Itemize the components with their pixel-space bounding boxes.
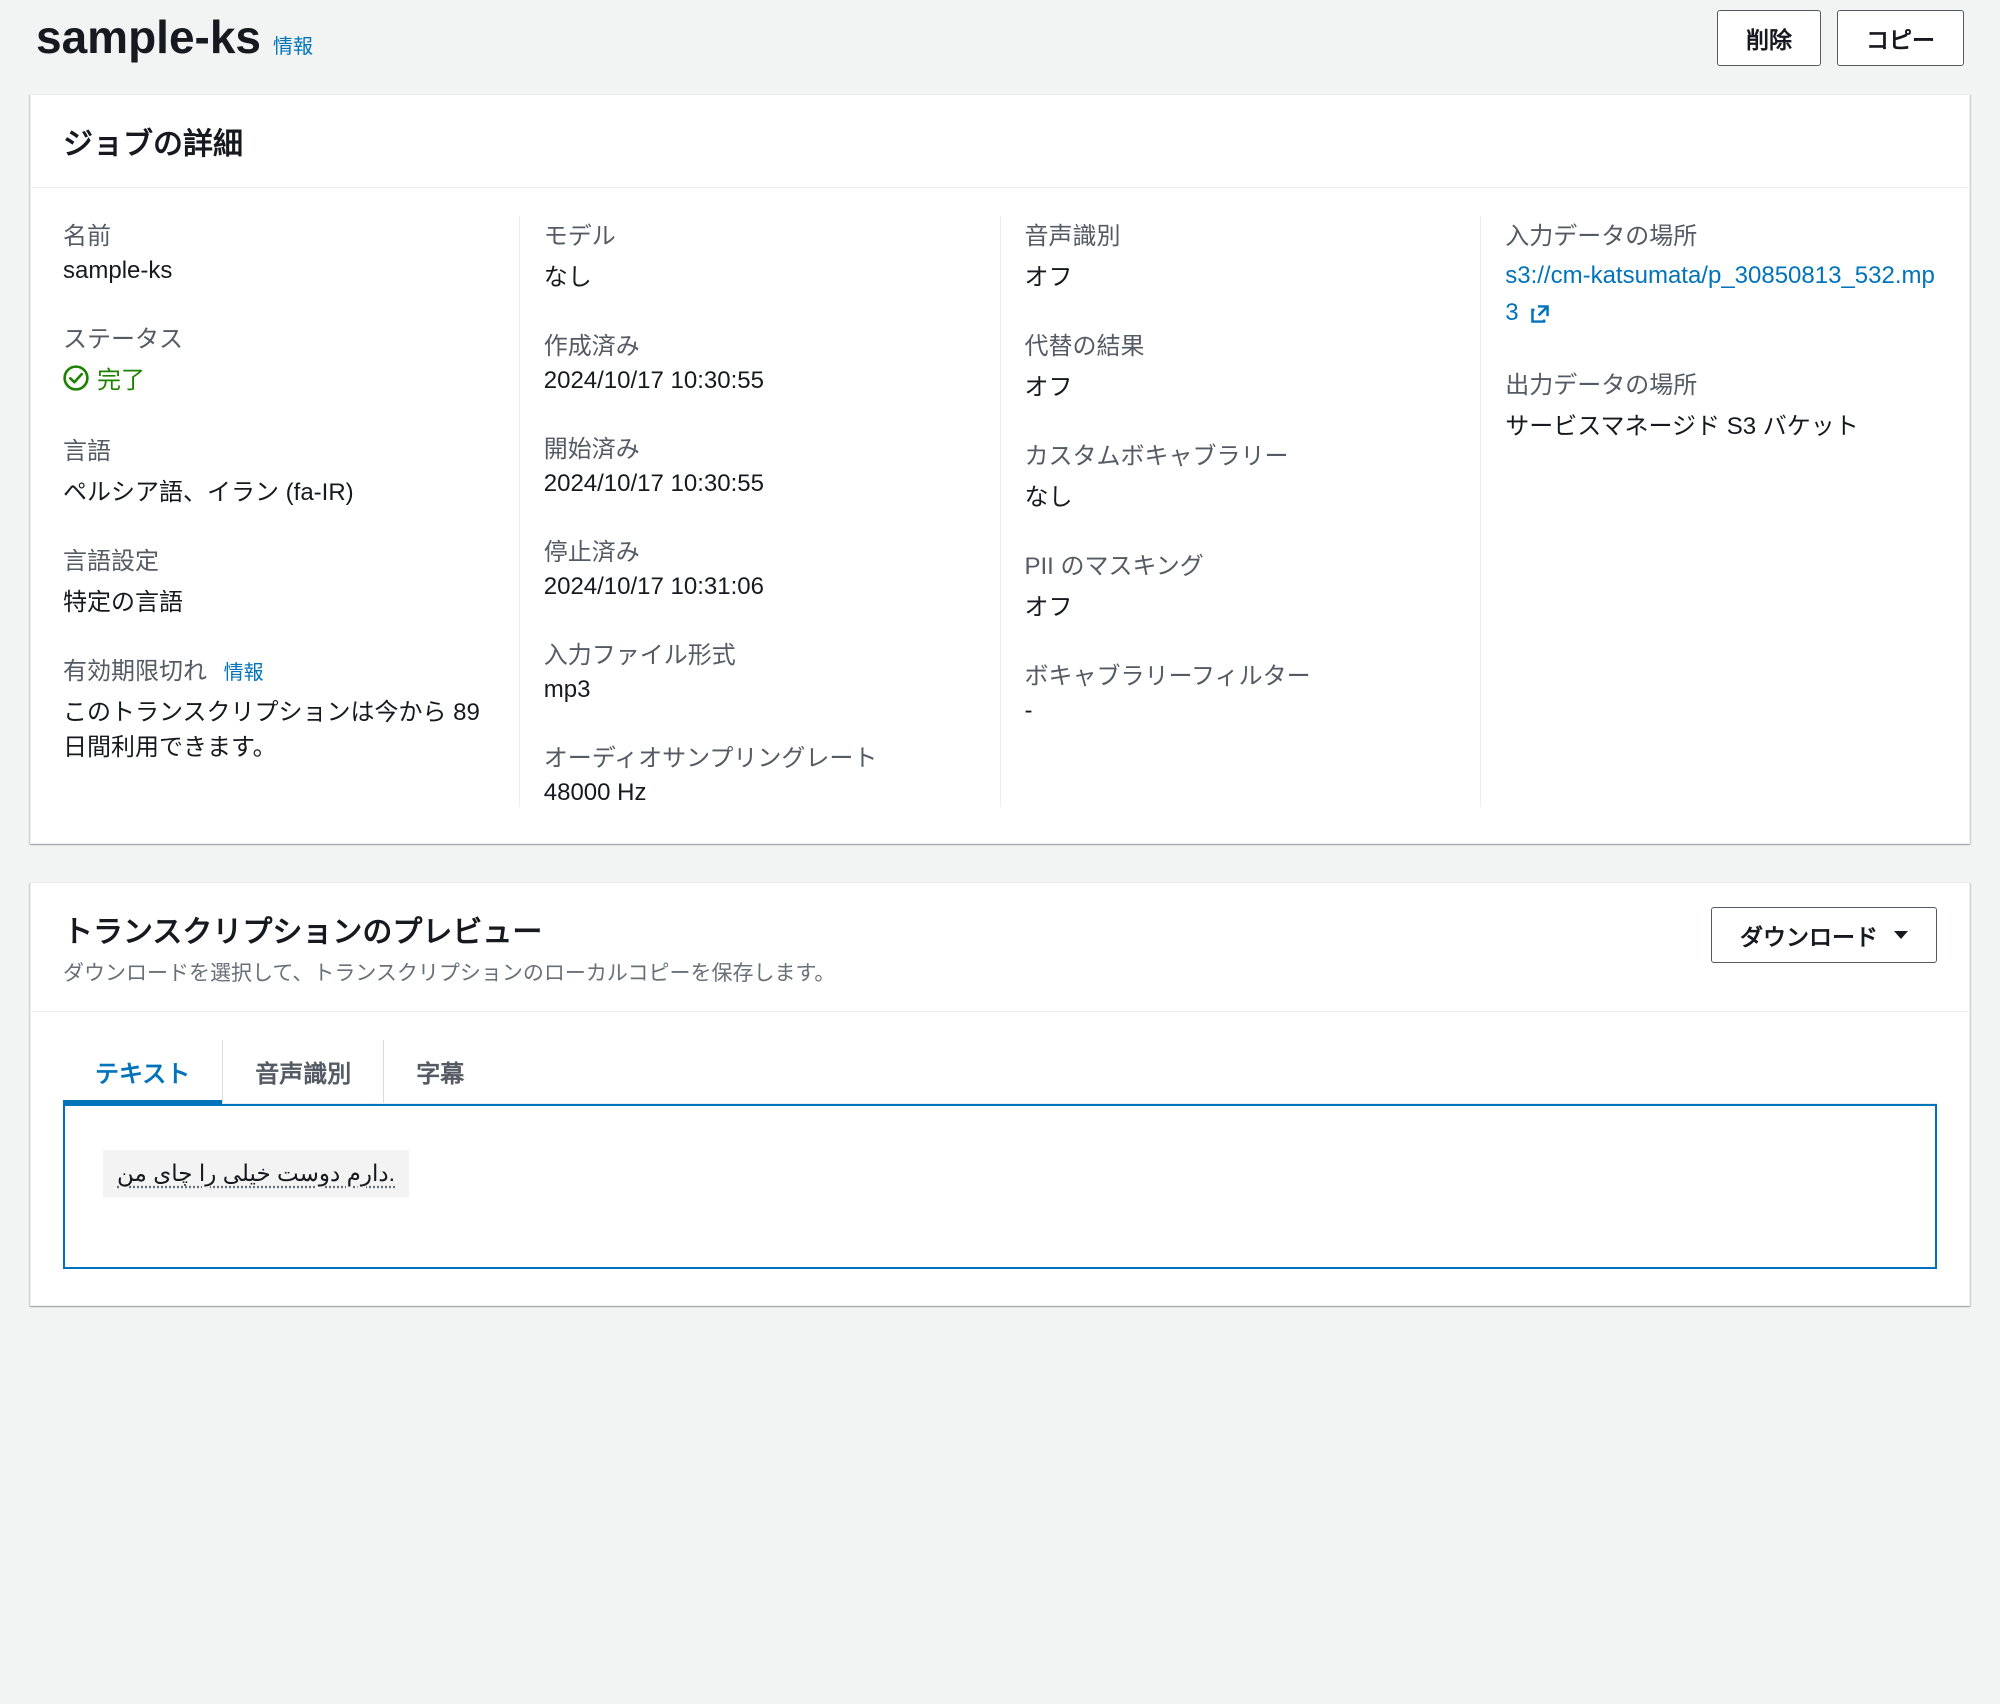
- sampling-value: 48000 Hz: [544, 779, 976, 807]
- transcript-text[interactable]: .دارم دوست خیلی را چای من: [117, 1160, 395, 1186]
- success-check-icon: [63, 365, 89, 391]
- transcription-preview-panel: トランスクリプションのプレビュー ダウンロードを選択して、トランスクリプションの…: [30, 882, 1970, 1306]
- filter-label: ボキャブラリーフィルター: [1025, 656, 1457, 691]
- status-text: 完了: [97, 360, 145, 395]
- transcript-line: .دارم دوست خیلی را چای من: [103, 1150, 409, 1197]
- status-label: ステータス: [63, 319, 495, 354]
- external-link-icon: [1529, 303, 1551, 325]
- page-title: sample-ks: [36, 10, 261, 64]
- sampling-label: オーディオサンプリングレート: [544, 738, 976, 773]
- pii-label: PII のマスキング: [1025, 546, 1457, 581]
- lang-setting-label: 言語設定: [63, 541, 495, 576]
- input-location-link[interactable]: s3://cm-katsumata/p_30850813_532.mp3: [1505, 262, 1935, 326]
- model-value: なし: [544, 257, 976, 292]
- lang-setting-value: 特定の言語: [63, 582, 495, 617]
- tab-subtitle[interactable]: 字幕: [384, 1040, 496, 1103]
- preview-subtitle: ダウンロードを選択して、トランスクリプションのローカルコピーを保存します。: [63, 957, 835, 987]
- expiry-info-link[interactable]: 情報: [224, 662, 264, 684]
- output-loc-value: サービスマネージド S3 バケット: [1505, 406, 1937, 441]
- input-location-text: s3://cm-katsumata/p_30850813_532.mp3: [1505, 262, 1935, 326]
- name-value: sample-ks: [63, 257, 495, 285]
- output-loc-label: 出力データの場所: [1505, 365, 1937, 400]
- caret-down-icon: [1894, 931, 1908, 939]
- status-value: 完了: [63, 360, 145, 395]
- tab-speaker[interactable]: 音声識別: [223, 1040, 384, 1103]
- job-details-panel: ジョブの詳細 名前 sample-ks ステータス 完了: [30, 94, 1970, 844]
- filter-value: -: [1025, 697, 1457, 725]
- download-button-label: ダウンロード: [1740, 918, 1878, 952]
- started-value: 2024/10/17 10:30:55: [544, 470, 976, 498]
- download-button[interactable]: ダウンロード: [1711, 907, 1937, 963]
- alt-label: 代替の結果: [1025, 326, 1457, 361]
- language-value: ペルシア語、イラン (fa-IR): [63, 472, 495, 507]
- input-format-label: 入力ファイル形式: [544, 635, 976, 670]
- name-label: 名前: [63, 216, 495, 251]
- stopped-value: 2024/10/17 10:31:06: [544, 573, 976, 601]
- preview-title: トランスクリプションのプレビュー: [63, 907, 835, 951]
- alt-value: オフ: [1025, 367, 1457, 402]
- created-label: 作成済み: [544, 326, 976, 361]
- job-details-title: ジョブの詳細: [63, 119, 1937, 163]
- copy-button[interactable]: コピー: [1837, 10, 1964, 66]
- vocab-label: カスタムボキャブラリー: [1025, 436, 1457, 471]
- stopped-label: 停止済み: [544, 532, 976, 567]
- preview-tabs: テキスト 音声識別 字幕: [63, 1040, 1937, 1104]
- vocab-value: なし: [1025, 477, 1457, 512]
- pii-value: オフ: [1025, 587, 1457, 622]
- expiry-label-text: 有効期限切れ: [63, 658, 207, 685]
- expiry-label: 有効期限切れ 情報: [63, 651, 495, 686]
- delete-button[interactable]: 削除: [1717, 10, 1821, 66]
- expiry-value: このトランスクリプションは今から 89 日間利用できます。: [63, 692, 495, 762]
- input-format-value: mp3: [544, 676, 976, 704]
- created-value: 2024/10/17 10:30:55: [544, 367, 976, 395]
- speaker-label: 音声識別: [1025, 216, 1457, 251]
- language-label: 言語: [63, 431, 495, 466]
- tab-text[interactable]: テキスト: [63, 1040, 223, 1103]
- speaker-value: オフ: [1025, 257, 1457, 292]
- input-loc-label: 入力データの場所: [1505, 216, 1937, 251]
- model-label: モデル: [544, 216, 976, 251]
- transcript-box: .دارم دوست خیلی را چای من: [63, 1104, 1937, 1269]
- header-actions: 削除 コピー: [1717, 10, 1964, 66]
- info-link[interactable]: 情報: [273, 30, 313, 59]
- started-label: 開始済み: [544, 429, 976, 464]
